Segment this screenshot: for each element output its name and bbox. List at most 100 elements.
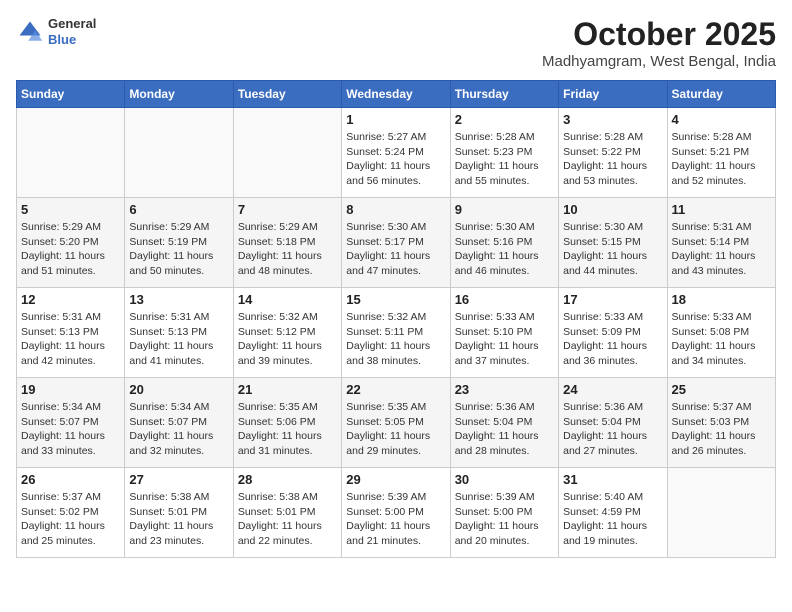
- day-number: 12: [21, 292, 120, 307]
- location: Madhyamgram, West Bengal, India: [542, 53, 776, 70]
- calendar-cell: 14 Sunrise: 5:32 AMSunset: 5:12 PMDayligh…: [233, 288, 341, 378]
- day-number: 11: [672, 202, 771, 217]
- day-info: Sunrise: 5:38 AMSunset: 5:01 PMDaylight:…: [238, 490, 337, 549]
- calendar-cell: 2 Sunrise: 5:28 AMSunset: 5:23 PMDaylight…: [450, 108, 558, 198]
- calendar-cell: 24Sunrise: 5:36 AMSunset: 5:04 PMDayligh…: [559, 378, 667, 468]
- day-number: 9: [455, 202, 554, 217]
- calendar-cell: 23 Sunrise: 5:36 AMSunset: 5:04 PMDayligh…: [450, 378, 558, 468]
- day-info: Sunrise: 5:33 AMSunset: 5:09 PMDaylight:…: [563, 310, 662, 369]
- day-number: 15: [346, 292, 445, 307]
- day-info: Sunrise: 5:30 AMSunset: 5:15 PMDaylight:…: [563, 220, 662, 279]
- calendar-cell: 28 Sunrise: 5:38 AMSunset: 5:01 PMDayligh…: [233, 468, 341, 558]
- calendar-cell: 18Sunrise: 5:33 AMSunset: 5:08 PMDayligh…: [667, 288, 775, 378]
- day-number: 29: [346, 472, 445, 487]
- calendar-table: SundayMondayTuesdayWednesdayThursdayFrid…: [16, 80, 776, 558]
- calendar-cell: 20Sunrise: 5:34 AMSunset: 5:07 PMDayligh…: [125, 378, 233, 468]
- day-number: 27: [129, 472, 228, 487]
- day-number: 8: [346, 202, 445, 217]
- day-info: Sunrise: 5:33 AMSunset: 5:10 PMDaylight:…: [455, 310, 554, 369]
- calendar-cell: 12 Sunrise: 5:31 AMSunset: 5:13 PMDayligh…: [17, 288, 125, 378]
- day-info: Sunrise: 5:34 AMSunset: 5:07 PMDaylight:…: [21, 400, 120, 459]
- day-info: Sunrise: 5:38 AMSunset: 5:01 PMDaylight:…: [129, 490, 228, 549]
- day-info: Sunrise: 5:35 AMSunset: 5:05 PMDaylight:…: [346, 400, 445, 459]
- day-number: 14: [238, 292, 337, 307]
- day-number: 7: [238, 202, 337, 217]
- day-number: 25: [672, 382, 771, 397]
- logo-general: General: [48, 16, 96, 32]
- calendar-cell: 30 Sunrise: 5:39 AMSunset: 5:00 PMDayligh…: [450, 468, 558, 558]
- day-info: Sunrise: 5:31 AMSunset: 5:14 PMDaylight:…: [672, 220, 771, 279]
- day-number: 30: [455, 472, 554, 487]
- calendar-cell: [125, 108, 233, 198]
- calendar-cell: 13Sunrise: 5:31 AMSunset: 5:13 PMDayligh…: [125, 288, 233, 378]
- day-number: 23: [455, 382, 554, 397]
- day-number: 2: [455, 112, 554, 127]
- weekday-header: Saturday: [667, 81, 775, 108]
- calendar-cell: 25Sunrise: 5:37 AMSunset: 5:03 PMDayligh…: [667, 378, 775, 468]
- day-number: 10: [563, 202, 662, 217]
- weekday-header: Wednesday: [342, 81, 450, 108]
- day-info: Sunrise: 5:32 AMSunset: 5:12 PMDaylight:…: [238, 310, 337, 369]
- calendar-cell: 8Sunrise: 5:30 AMSunset: 5:17 PMDaylight…: [342, 198, 450, 288]
- day-info: Sunrise: 5:32 AMSunset: 5:11 PMDaylight:…: [346, 310, 445, 369]
- day-info: Sunrise: 5:28 AMSunset: 5:21 PMDaylight:…: [672, 130, 771, 189]
- weekday-header: Friday: [559, 81, 667, 108]
- weekday-header: Tuesday: [233, 81, 341, 108]
- day-number: 17: [563, 292, 662, 307]
- calendar-cell: 21Sunrise: 5:35 AMSunset: 5:06 PMDayligh…: [233, 378, 341, 468]
- calendar-cell: 15 Sunrise: 5:32 AMSunset: 5:11 PMDayligh…: [342, 288, 450, 378]
- weekday-header: Monday: [125, 81, 233, 108]
- calendar-cell: 6 Sunrise: 5:29 AMSunset: 5:19 PMDaylight…: [125, 198, 233, 288]
- day-info: Sunrise: 5:29 AMSunset: 5:20 PMDaylight:…: [21, 220, 120, 279]
- calendar-week-row: 1 Sunrise: 5:27 AMSunset: 5:24 PMDaylight…: [17, 108, 776, 198]
- day-number: 16: [455, 292, 554, 307]
- page-header: General Blue October 2025 Madhyamgram, W…: [16, 16, 776, 70]
- day-number: 26: [21, 472, 120, 487]
- logo-blue: Blue: [48, 32, 96, 48]
- calendar-week-row: 26Sunrise: 5:37 AMSunset: 5:02 PMDayligh…: [17, 468, 776, 558]
- day-number: 1: [346, 112, 445, 127]
- calendar-cell: 9Sunrise: 5:30 AMSunset: 5:16 PMDaylight…: [450, 198, 558, 288]
- month-title: October 2025: [542, 16, 776, 53]
- day-number: 28: [238, 472, 337, 487]
- day-number: 24: [563, 382, 662, 397]
- day-number: 6: [129, 202, 228, 217]
- day-number: 31: [563, 472, 662, 487]
- calendar-week-row: 12 Sunrise: 5:31 AMSunset: 5:13 PMDayligh…: [17, 288, 776, 378]
- day-number: 19: [21, 382, 120, 397]
- day-number: 18: [672, 292, 771, 307]
- day-info: Sunrise: 5:39 AMSunset: 5:00 PMDaylight:…: [455, 490, 554, 549]
- day-info: Sunrise: 5:34 AMSunset: 5:07 PMDaylight:…: [129, 400, 228, 459]
- day-info: Sunrise: 5:35 AMSunset: 5:06 PMDaylight:…: [238, 400, 337, 459]
- day-info: Sunrise: 5:29 AMSunset: 5:18 PMDaylight:…: [238, 220, 337, 279]
- day-info: Sunrise: 5:28 AMSunset: 5:22 PMDaylight:…: [563, 130, 662, 189]
- day-info: Sunrise: 5:31 AMSunset: 5:13 PMDaylight:…: [129, 310, 228, 369]
- calendar-cell: 1 Sunrise: 5:27 AMSunset: 5:24 PMDaylight…: [342, 108, 450, 198]
- calendar-cell: 17 Sunrise: 5:33 AMSunset: 5:09 PMDayligh…: [559, 288, 667, 378]
- day-info: Sunrise: 5:36 AMSunset: 5:04 PMDaylight:…: [455, 400, 554, 459]
- day-number: 3: [563, 112, 662, 127]
- day-info: Sunrise: 5:39 AMSunset: 5:00 PMDaylight:…: [346, 490, 445, 549]
- day-number: 22: [346, 382, 445, 397]
- day-info: Sunrise: 5:31 AMSunset: 5:13 PMDaylight:…: [21, 310, 120, 369]
- calendar-cell: 26Sunrise: 5:37 AMSunset: 5:02 PMDayligh…: [17, 468, 125, 558]
- calendar-cell: 29 Sunrise: 5:39 AMSunset: 5:00 PMDayligh…: [342, 468, 450, 558]
- calendar-cell: 22 Sunrise: 5:35 AMSunset: 5:05 PMDayligh…: [342, 378, 450, 468]
- calendar-cell: 27 Sunrise: 5:38 AMSunset: 5:01 PMDayligh…: [125, 468, 233, 558]
- calendar-cell: 11 Sunrise: 5:31 AMSunset: 5:14 PMDayligh…: [667, 198, 775, 288]
- calendar-cell: 4 Sunrise: 5:28 AMSunset: 5:21 PMDaylight…: [667, 108, 775, 198]
- day-info: Sunrise: 5:27 AMSunset: 5:24 PMDaylight:…: [346, 130, 445, 189]
- title-block: October 2025 Madhyamgram, West Bengal, I…: [542, 16, 776, 70]
- calendar-week-row: 19 Sunrise: 5:34 AMSunset: 5:07 PMDayligh…: [17, 378, 776, 468]
- weekday-header-row: SundayMondayTuesdayWednesdayThursdayFrid…: [17, 81, 776, 108]
- day-number: 5: [21, 202, 120, 217]
- day-number: 4: [672, 112, 771, 127]
- calendar-week-row: 5 Sunrise: 5:29 AMSunset: 5:20 PMDaylight…: [17, 198, 776, 288]
- calendar-cell: 5 Sunrise: 5:29 AMSunset: 5:20 PMDaylight…: [17, 198, 125, 288]
- calendar-cell: 10 Sunrise: 5:30 AMSunset: 5:15 PMDayligh…: [559, 198, 667, 288]
- day-info: Sunrise: 5:29 AMSunset: 5:19 PMDaylight:…: [129, 220, 228, 279]
- day-info: Sunrise: 5:28 AMSunset: 5:23 PMDaylight:…: [455, 130, 554, 189]
- calendar-cell: [667, 468, 775, 558]
- logo: General Blue: [16, 16, 96, 47]
- logo-text: General Blue: [48, 16, 96, 47]
